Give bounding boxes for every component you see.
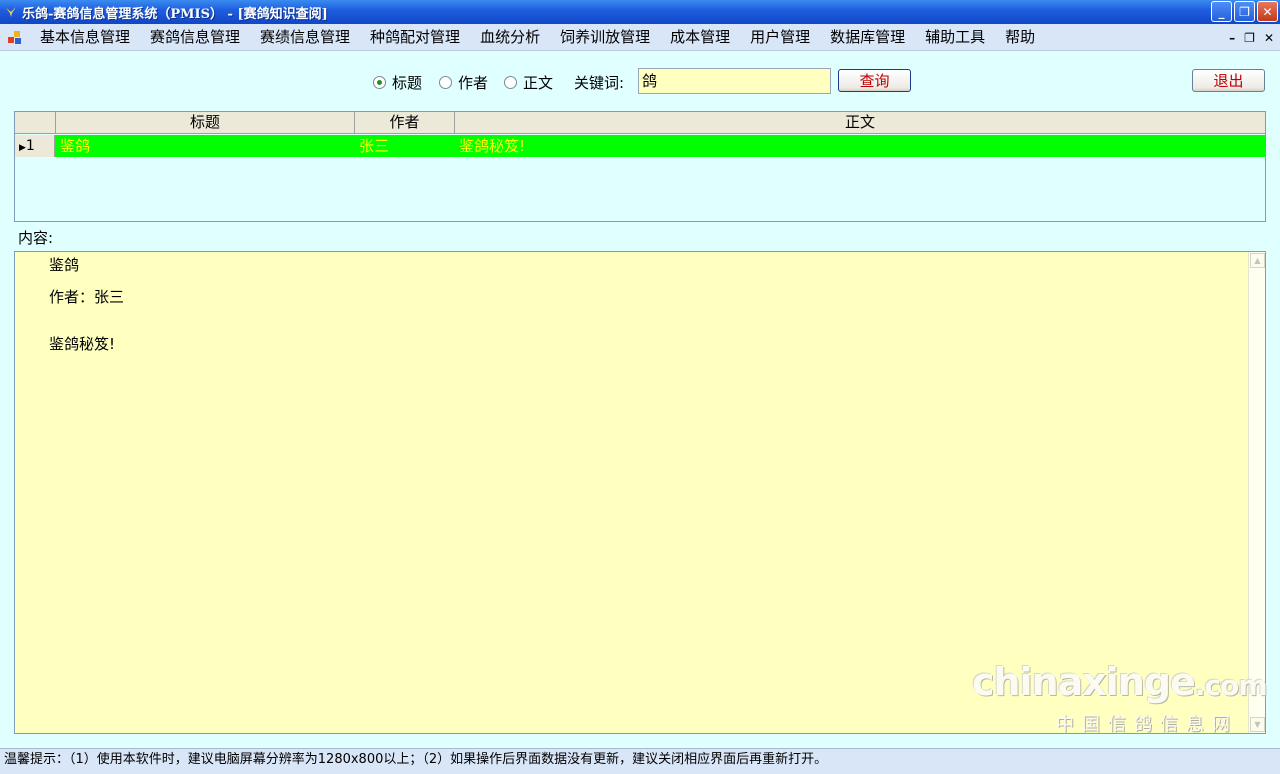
vertical-scrollbar[interactable]: ▲ ▼ xyxy=(1248,252,1265,733)
row-index: 1 xyxy=(25,138,35,154)
restore-button[interactable]: ❐ xyxy=(1234,1,1255,22)
results-grid: 标题 作者 正文 鉴鸽 张三 鉴鸽秘笈! ▶1 xyxy=(14,111,1266,222)
radio-title[interactable]: 标题 xyxy=(373,72,422,93)
minimize-button[interactable]: _ xyxy=(1211,1,1232,22)
scroll-up-arrow-icon[interactable]: ▲ xyxy=(1250,253,1265,268)
column-header-author[interactable]: 作者 xyxy=(355,112,455,133)
mdi-controls: – ❐ ✕ xyxy=(1229,24,1274,51)
minimize-icon: _ xyxy=(1218,4,1225,19)
close-icon: ✕ xyxy=(1262,4,1273,19)
menu-race-results[interactable]: 赛绩信息管理 xyxy=(250,24,360,51)
title-bar: 乐鸽-赛鸽信息管理系统（PMIS） - [赛鸽知识查阅] _ ❐ ✕ xyxy=(0,0,1280,24)
radio-author-label: 作者 xyxy=(458,74,489,92)
watermark-subtitle: 中国信鸽信息网 xyxy=(1056,714,1238,735)
keyword-label: 关键词: xyxy=(574,74,625,92)
cell-title[interactable]: 鉴鸽 xyxy=(56,135,355,157)
close-button[interactable]: ✕ xyxy=(1257,1,1278,22)
mdi-close-icon[interactable]: ✕ xyxy=(1264,31,1274,45)
cell-author[interactable]: 张三 xyxy=(355,135,455,157)
radio-dot[interactable] xyxy=(439,76,452,89)
current-row-arrow-icon: ▶ xyxy=(19,143,26,153)
restore-icon: ❐ xyxy=(1239,4,1250,19)
mdi-child-icon[interactable] xyxy=(8,29,24,45)
mdi-minimize-icon[interactable]: – xyxy=(1229,31,1235,45)
radio-author[interactable]: 作者 xyxy=(439,72,488,93)
content-label: 内容: xyxy=(18,229,54,247)
mdi-restore-icon[interactable]: ❐ xyxy=(1244,31,1255,45)
grid-header: 标题 作者 正文 xyxy=(15,112,1265,134)
grid-corner-cell xyxy=(15,112,56,133)
search-row: 标题 作者 正文 关键词: 鸽 查询 退出 xyxy=(0,68,1280,94)
content-author: 作者：张三 xyxy=(49,288,125,306)
radio-dot-checked[interactable] xyxy=(373,76,386,89)
window-controls: _ ❐ ✕ xyxy=(1211,1,1278,22)
radio-title-label: 标题 xyxy=(392,74,423,92)
query-button[interactable]: 查询 xyxy=(838,69,911,92)
app-logo-icon xyxy=(4,5,18,19)
menu-breeding-pairs[interactable]: 种鸽配对管理 xyxy=(360,24,470,51)
menu-pigeon-info[interactable]: 赛鸽信息管理 xyxy=(140,24,250,51)
menu-help[interactable]: 帮助 xyxy=(995,24,1045,51)
table-row[interactable]: 鉴鸽 张三 鉴鸽秘笈! xyxy=(15,135,1265,157)
menu-users[interactable]: 用户管理 xyxy=(740,24,820,51)
content-title: 鉴鸽 xyxy=(49,256,80,274)
scroll-down-arrow-icon[interactable]: ▼ xyxy=(1250,717,1265,732)
menu-cost[interactable]: 成本管理 xyxy=(660,24,740,51)
menu-tools[interactable]: 辅助工具 xyxy=(915,24,995,51)
radio-dot[interactable] xyxy=(504,76,517,89)
menu-bar: 基本信息管理 赛鸽信息管理 赛绩信息管理 种鸽配对管理 血统分析 饲养训放管理 … xyxy=(0,24,1280,51)
radio-body[interactable]: 正文 xyxy=(504,72,553,93)
exit-button[interactable]: 退出 xyxy=(1192,69,1265,92)
row-header[interactable]: ▶1 xyxy=(15,135,55,157)
cell-body[interactable]: 鉴鸽秘笈! xyxy=(455,135,1265,157)
keyword-input[interactable]: 鸽 xyxy=(638,68,831,94)
watermark-domain: chinaxinge.com xyxy=(972,660,1268,704)
menu-basic-info[interactable]: 基本信息管理 xyxy=(30,24,140,51)
window-title: 乐鸽-赛鸽信息管理系统（PMIS） - [赛鸽知识查阅] xyxy=(22,6,328,22)
menu-database[interactable]: 数据库管理 xyxy=(820,24,915,51)
menu-pedigree-analysis[interactable]: 血统分析 xyxy=(470,24,550,51)
column-header-title[interactable]: 标题 xyxy=(56,112,355,133)
radio-body-label: 正文 xyxy=(523,74,554,92)
content-body: 鉴鸽秘笈! xyxy=(49,335,116,353)
status-bar: 温馨提示：（1）使用本软件时，建议电脑屏幕分辨率为1280x800以上；（2）如… xyxy=(0,748,1280,774)
watermark: chinaxinge.com 中国信鸽信息网 xyxy=(972,660,1268,736)
column-header-body[interactable]: 正文 xyxy=(455,112,1265,133)
menu-feeding-training[interactable]: 饲养训放管理 xyxy=(550,24,660,51)
